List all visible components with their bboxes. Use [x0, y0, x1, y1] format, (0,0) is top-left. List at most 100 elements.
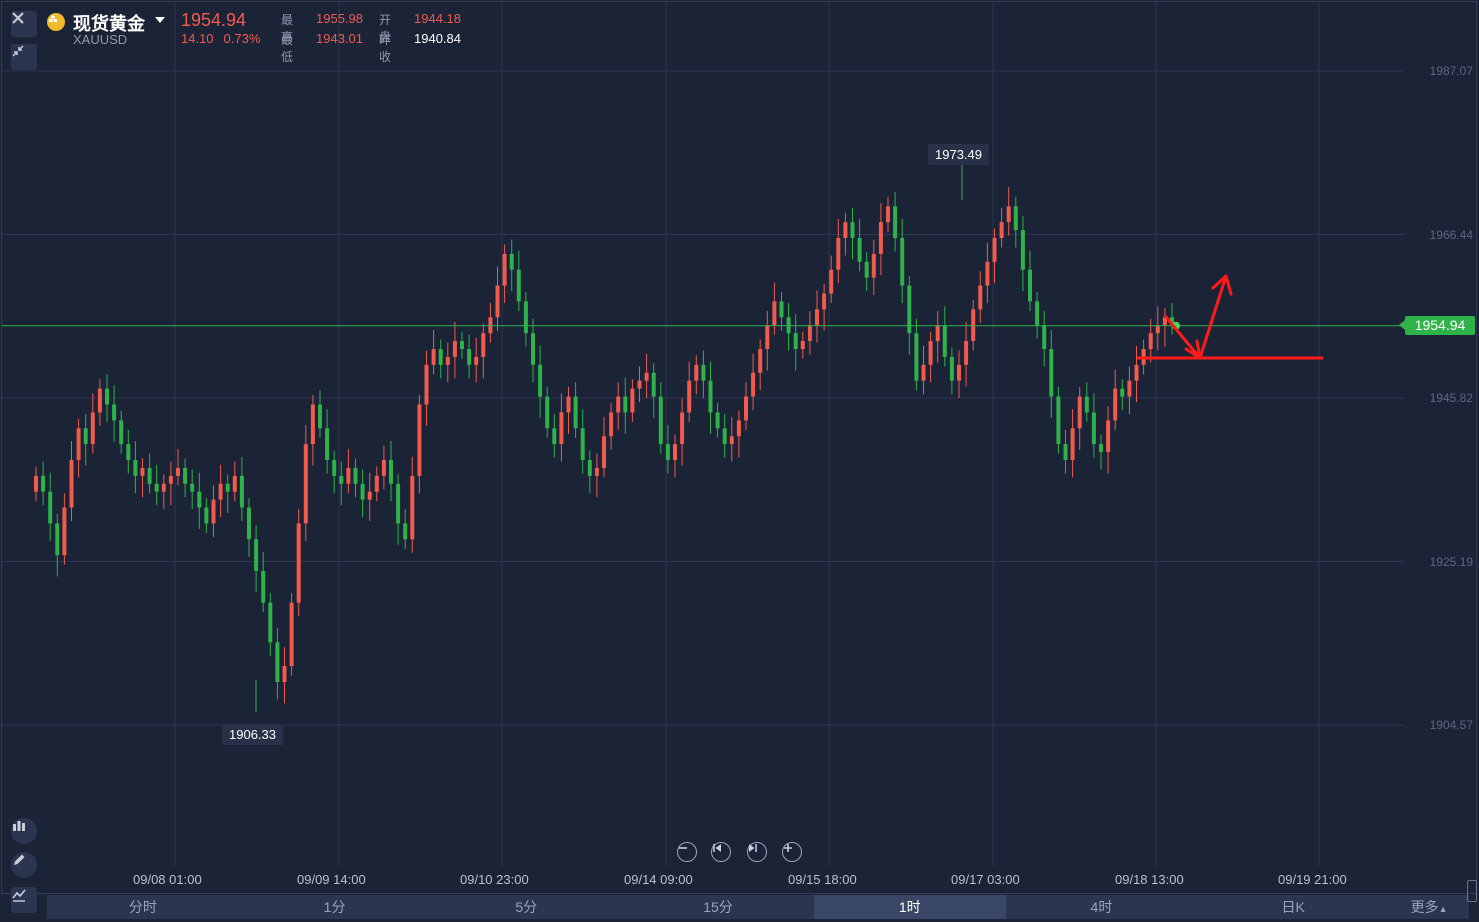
candle-body [900, 238, 905, 286]
candle-body [573, 396, 578, 429]
candle-body [758, 349, 763, 373]
step-back-button[interactable] [711, 842, 731, 862]
candle-body [992, 238, 997, 262]
candle-body [211, 499, 216, 524]
candle-body [325, 428, 330, 460]
candle-body [431, 349, 436, 365]
scroll-handle[interactable] [1467, 880, 1477, 902]
candle-body [1063, 444, 1068, 460]
candle-body [133, 459, 138, 476]
candle-body [410, 475, 415, 540]
candle-body [1106, 420, 1111, 453]
tab-15min[interactable]: 15分 [622, 895, 814, 919]
candle-body [644, 372, 649, 381]
open-value: 1944.18 [414, 11, 461, 26]
candle-body [467, 349, 472, 365]
candle-body [34, 475, 38, 492]
change-value: 14.10 [181, 31, 214, 46]
draw-button[interactable] [11, 852, 37, 878]
indicator-icon [13, 821, 25, 831]
candle-body [268, 602, 273, 643]
y-axis-label: 1925.19 [1429, 555, 1473, 569]
tab-daily[interactable]: 日K [1197, 895, 1389, 919]
tab-1hour[interactable]: 1时 [813, 895, 1006, 919]
candle-body [886, 206, 890, 223]
x-axis-label: 09/18 13:00 [1115, 872, 1184, 887]
candle-body [282, 666, 287, 682]
candle-body [168, 475, 173, 484]
candle-body [793, 333, 798, 350]
candle-body [531, 333, 535, 365]
candle-body [665, 444, 670, 460]
candle-body [921, 364, 926, 381]
low-value: 1943.01 [316, 31, 363, 46]
candle-body [765, 325, 770, 350]
candle-body [559, 412, 564, 445]
candle-body [112, 404, 117, 421]
candle-body [48, 491, 53, 524]
candle-body [218, 483, 223, 500]
candle-body [1120, 388, 1125, 397]
candle-body [523, 301, 528, 334]
candle-body [999, 222, 1004, 239]
candle-body [800, 341, 805, 350]
candle-body [339, 475, 344, 484]
candle-body [914, 333, 919, 381]
candle-body [225, 483, 230, 492]
step-back-icon [713, 844, 721, 852]
tab-4hour[interactable]: 4时 [1006, 895, 1198, 919]
chart-style-button[interactable] [11, 887, 37, 913]
high-value: 1955.98 [316, 11, 363, 26]
candle-body [715, 412, 720, 429]
zoom-in-button[interactable] [782, 842, 802, 862]
low-label: 最低 [281, 33, 294, 64]
candle-body [687, 380, 692, 413]
candle-body [538, 364, 543, 397]
candle-body [119, 420, 124, 445]
symbol-dropdown-icon[interactable] [155, 17, 165, 23]
candlestick-chart[interactable] [0, 0, 1479, 895]
candle-body [1013, 206, 1018, 231]
candle-body [964, 341, 969, 365]
x-axis-label: 09/09 14:00 [297, 872, 366, 887]
x-axis-label: 09/17 03:00 [951, 872, 1020, 887]
candle-body [1056, 396, 1061, 445]
candle-body [751, 372, 756, 397]
candle-body [516, 269, 521, 302]
close-button[interactable] [11, 11, 37, 37]
shrink-icon [12, 45, 24, 57]
chart-window: 现货黄金 XAUUSD 1954.94 14.10 0.73% 最高 1955.9… [0, 0, 1479, 922]
candle-body [772, 301, 777, 326]
candle-body [69, 459, 74, 508]
candle-body [460, 341, 464, 350]
candle-body [183, 467, 188, 484]
candle-body [978, 285, 983, 310]
tab-timeshare[interactable]: 分时 [47, 895, 239, 919]
y-axis-label: 1904.57 [1429, 718, 1473, 732]
candle-body [403, 523, 408, 540]
tab-more[interactable]: 更多▲ [1389, 895, 1469, 919]
candle-body [949, 356, 954, 381]
y-axis-label: 1987.07 [1429, 64, 1473, 78]
high-marker: 1973.49 [928, 144, 989, 165]
tab-5min[interactable]: 5分 [430, 895, 622, 919]
candle-body [637, 380, 642, 389]
x-axis-label: 09/14 09:00 [624, 872, 693, 887]
chart-area[interactable] [0, 0, 1479, 895]
zoom-in-icon [784, 844, 792, 852]
candle-body [1113, 388, 1118, 421]
step-forward-button[interactable] [747, 842, 767, 862]
candle-body [204, 507, 209, 524]
close-icon [12, 12, 24, 24]
zoom-out-icon [679, 847, 687, 849]
zoom-out-button[interactable] [677, 842, 697, 862]
candle-body [609, 412, 614, 437]
candle-body [1020, 230, 1025, 270]
indicator-button[interactable] [11, 818, 37, 844]
candle-body [736, 420, 741, 437]
candle-body [587, 459, 592, 476]
shrink-button[interactable] [11, 44, 37, 70]
low-marker: 1906.33 [222, 724, 283, 745]
candle-body [190, 483, 195, 492]
tab-1min[interactable]: 1分 [239, 895, 431, 919]
